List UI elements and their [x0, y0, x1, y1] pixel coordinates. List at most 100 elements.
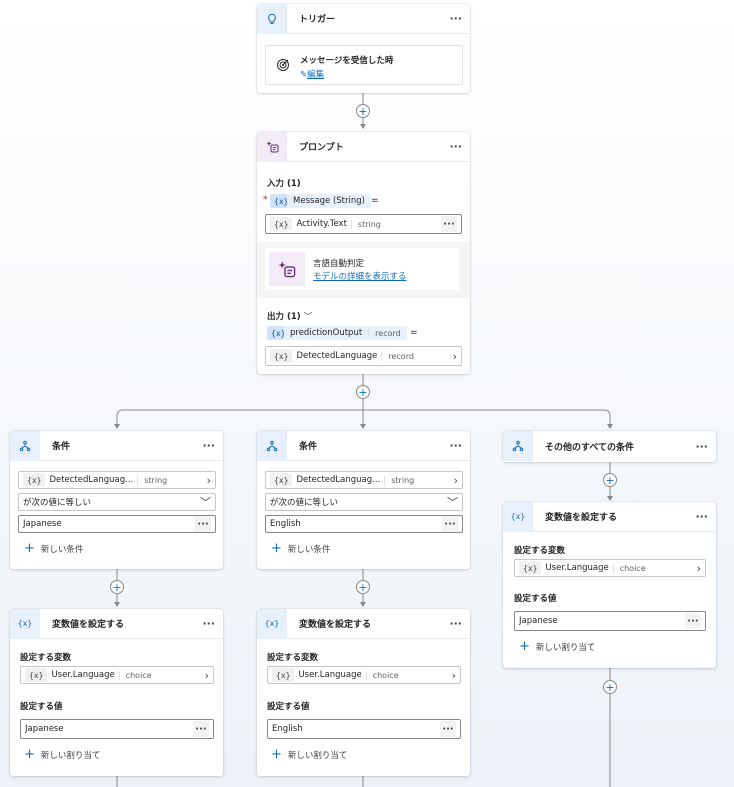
output-var-name: predictionOutput: [290, 328, 363, 338]
ellipsis-icon[interactable]: ···: [202, 440, 215, 451]
condition-title: 条件: [299, 442, 318, 452]
condition-variable-field[interactable]: {x} DetectedLanguag... string ›: [18, 471, 216, 489]
output-value-name: DetectedLanguage: [296, 351, 378, 361]
variable-name: User.Language: [298, 670, 362, 680]
variable-icon: {x}: [519, 561, 542, 575]
ellipsis-icon[interactable]: ···: [685, 613, 701, 629]
condition-header: 条件 ···: [10, 430, 223, 461]
lightbulb-icon: [257, 3, 287, 34]
plus-icon: +: [358, 385, 368, 399]
value-field[interactable]: Japanese ···: [20, 719, 214, 739]
other-conditions-header: その他のすべての条件 ···: [503, 431, 716, 461]
model-details-link[interactable]: モデルの詳細を表示する: [313, 270, 407, 282]
condition-card-1[interactable]: 条件 ··· {x} DetectedLanguag... string › が…: [10, 430, 223, 569]
variable-icon: {x}: [257, 608, 287, 639]
prompt-title: プロンプト: [299, 143, 344, 153]
output-label[interactable]: 出力 (1) ﹀: [267, 310, 312, 322]
condition-value-field[interactable]: English ···: [265, 515, 463, 533]
condition-card-2[interactable]: 条件 ··· {x} DetectedLanguag... string › が…: [257, 430, 470, 569]
add-node-button[interactable]: +: [356, 580, 370, 594]
variable-name: User.Language: [51, 670, 115, 680]
add-node-button[interactable]: +: [603, 473, 617, 487]
operator-select[interactable]: が次の値に等しい ﹀: [265, 493, 463, 511]
variable-type: choice: [612, 563, 646, 573]
chevron-right-icon: ›: [453, 473, 458, 487]
operator-select[interactable]: が次の値に等しい ﹀: [18, 493, 216, 511]
ellipsis-icon[interactable]: ···: [193, 721, 209, 737]
ellipsis-icon[interactable]: ···: [449, 141, 462, 152]
edit-link[interactable]: ✎編集: [300, 68, 324, 80]
plus-icon: +: [358, 104, 368, 118]
equals-sign: =: [371, 196, 379, 206]
add-assignment-button[interactable]: + 新しい割り当て: [24, 748, 100, 761]
variable-field[interactable]: {x} User.Language choice ›: [514, 559, 706, 577]
condition-value: Japanese: [23, 519, 62, 529]
add-node-button[interactable]: +: [356, 385, 370, 399]
other-conditions-card[interactable]: その他のすべての条件 ···: [503, 431, 716, 462]
set-variable-card-2[interactable]: {x} 変数値を設定する ··· 設定する変数 {x} User.Languag…: [257, 608, 470, 776]
add-condition-label: 新しい条件: [287, 544, 331, 555]
variable-label: 設定する変数: [514, 546, 566, 556]
add-condition-button[interactable]: + 新しい条件: [24, 542, 83, 555]
variable-field[interactable]: {x} User.Language choice ›: [20, 666, 214, 684]
variable-field[interactable]: {x} User.Language choice ›: [267, 666, 461, 684]
model-box[interactable]: 言語自動判定 モデルの詳細を表示する: [265, 248, 459, 290]
prompt-header: プロンプト ···: [257, 131, 470, 162]
value-label: 設定する値: [20, 702, 63, 712]
trigger-card[interactable]: トリガー ··· メッセージを受信した時 ✎編集: [257, 3, 470, 93]
output-value-type: record: [381, 351, 414, 361]
ellipsis-icon[interactable]: ···: [449, 440, 462, 451]
ellipsis-icon[interactable]: ···: [195, 516, 211, 532]
set-variable-card-3[interactable]: {x} 変数値を設定する ··· 設定する変数 {x} User.Languag…: [503, 501, 716, 668]
trigger-event-box[interactable]: メッセージを受信した時 ✎編集: [265, 45, 463, 85]
other-conditions-title: その他のすべての条件: [545, 442, 635, 453]
ellipsis-icon[interactable]: ···: [449, 618, 462, 629]
add-condition-label: 新しい条件: [40, 544, 84, 555]
value-label: 設定する値: [267, 702, 310, 712]
set-variable-title: 変数値を設定する: [545, 513, 618, 523]
ellipsis-icon[interactable]: ···: [695, 511, 708, 522]
prompt-card[interactable]: プロンプト ··· 入力 (1) * {x} Message (String) …: [257, 131, 470, 374]
plus-icon: +: [605, 680, 615, 694]
sparkle-icon: [257, 131, 287, 162]
add-node-button[interactable]: +: [356, 104, 370, 118]
branch-icon: [10, 430, 40, 461]
add-assignment-label: 新しい割り当て: [40, 750, 101, 761]
add-node-button[interactable]: +: [603, 680, 617, 694]
condition-var-type: string: [384, 475, 414, 485]
sparkle-icon: [269, 252, 305, 286]
add-assignment-button[interactable]: + 新しい割り当て: [519, 640, 595, 653]
value-field[interactable]: Japanese ···: [514, 611, 706, 631]
trigger-title: トリガー: [299, 15, 336, 25]
add-assignment-button[interactable]: + 新しい割り当て: [271, 748, 347, 761]
plus-icon: +: [605, 473, 615, 487]
chevron-right-icon[interactable]: ›: [453, 351, 457, 362]
operator-value: が次の値に等しい: [23, 498, 92, 508]
condition-header: 条件 ···: [257, 430, 470, 461]
condition-var-name: DetectedLanguag...: [49, 475, 134, 485]
ellipsis-icon[interactable]: ···: [695, 441, 708, 452]
plus-icon: +: [271, 541, 282, 556]
output-value-field[interactable]: {x} DetectedLanguage record ›: [265, 346, 462, 366]
value-text: Japanese: [519, 616, 558, 626]
condition-variable-field[interactable]: {x} DetectedLanguag... string ›: [265, 471, 463, 489]
target-icon: [276, 58, 290, 75]
ellipsis-icon[interactable]: ···: [449, 13, 462, 24]
branch-icon: [257, 430, 287, 461]
add-node-button[interactable]: +: [110, 580, 124, 594]
condition-value-field[interactable]: Japanese ···: [18, 515, 216, 533]
set-variable-card-1[interactable]: {x} 変数値を設定する ··· 設定する変数 {x} User.Languag…: [10, 608, 223, 776]
value-field[interactable]: English ···: [267, 719, 461, 739]
input-value-field[interactable]: {x} Activity.Text string ···: [265, 214, 462, 234]
chevron-down-icon: ﹀: [447, 495, 458, 509]
add-condition-button[interactable]: + 新しい条件: [271, 542, 330, 555]
input-label: 入力 (1): [267, 179, 301, 189]
ellipsis-icon[interactable]: ···: [440, 721, 456, 737]
ellipsis-icon[interactable]: ···: [442, 516, 458, 532]
set-variable-header: {x} 変数値を設定する ···: [257, 608, 470, 639]
ellipsis-icon[interactable]: ···: [441, 216, 457, 232]
plus-icon: +: [519, 639, 530, 654]
variable-type: choice: [118, 670, 152, 680]
variable-type: choice: [365, 670, 399, 680]
ellipsis-icon[interactable]: ···: [202, 618, 215, 629]
